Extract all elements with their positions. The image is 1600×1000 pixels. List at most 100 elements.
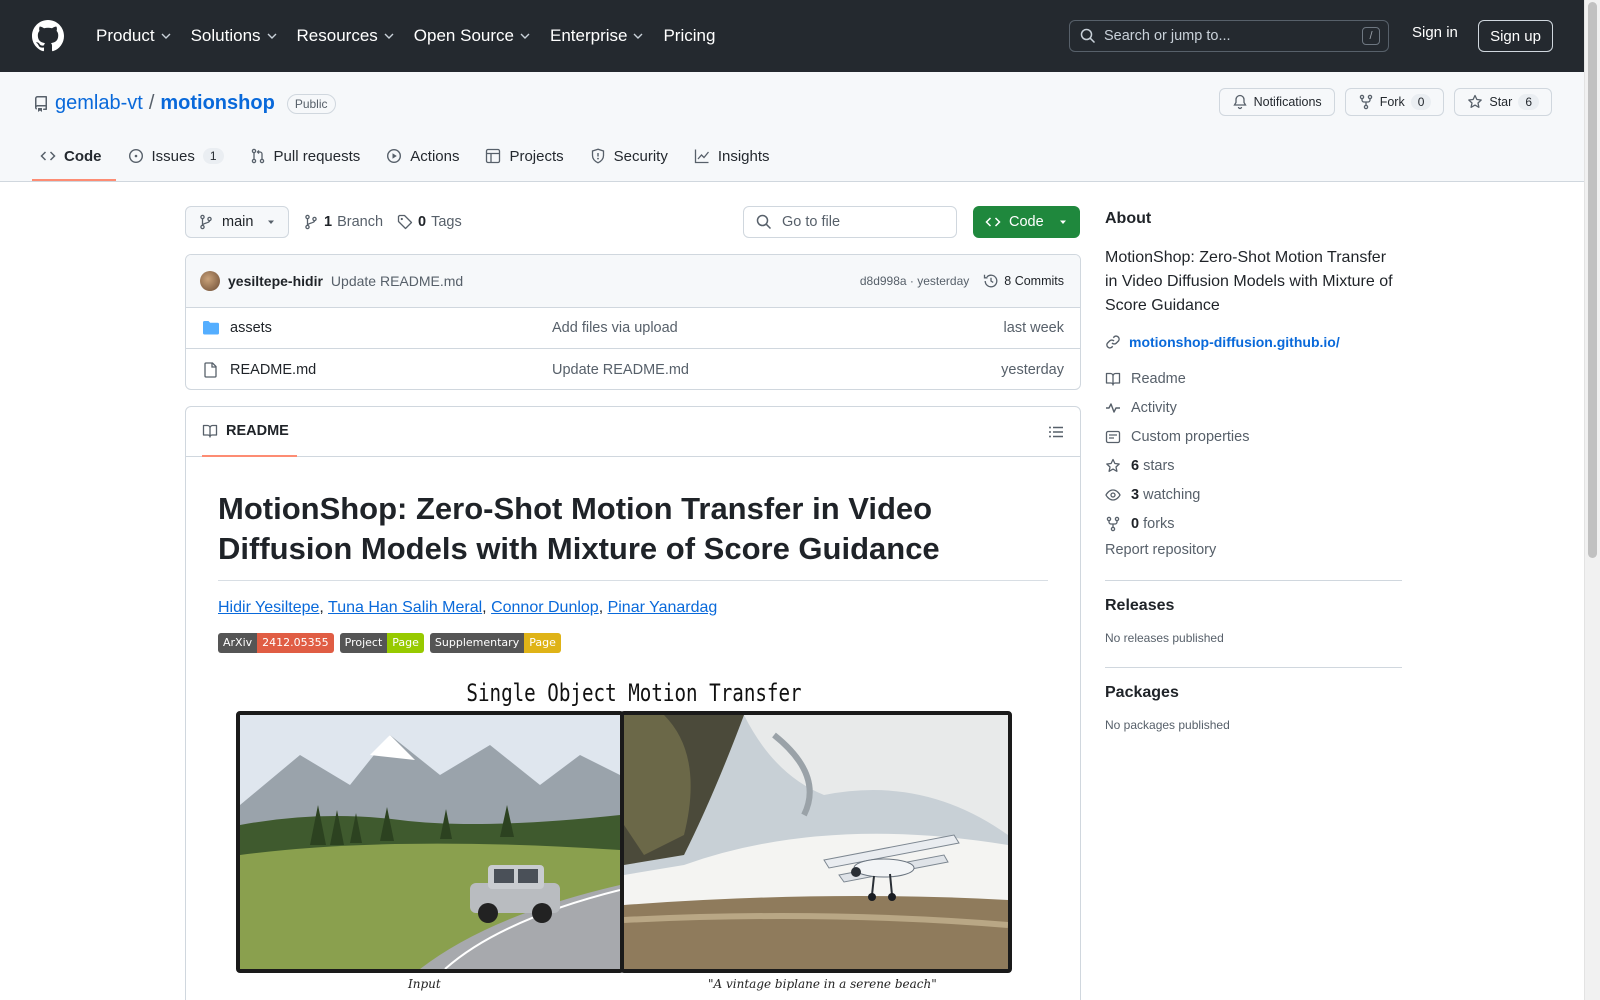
play-icon (387, 148, 402, 164)
list-item-label: Custom properties (1131, 428, 1250, 445)
author-separator: , (598, 598, 608, 616)
commit-message-link[interactable]: Update README.md (331, 273, 463, 289)
output-caption: "A vintage biplane in a serene beach" (708, 976, 937, 991)
readme-link[interactable]: Readme (1105, 364, 1402, 393)
author-list: Hidir Yesiltepe, Tuna Han Salih Meral, C… (218, 599, 1048, 617)
list-item-label: watching (1143, 486, 1201, 503)
nav-pricing[interactable]: Pricing (653, 16, 725, 56)
fork-label: Fork (1379, 95, 1405, 109)
forks-count: 0 (1131, 515, 1140, 532)
tab-code[interactable]: Code (32, 133, 116, 181)
file-name-cell: assets (202, 320, 552, 336)
tags-link[interactable]: 0 Tags (397, 214, 462, 230)
caret-down-icon (268, 220, 274, 224)
nav-label: Product (96, 26, 155, 45)
repo-name-link[interactable]: motionshop (160, 92, 274, 115)
forks-link[interactable]: 0 forks (1105, 509, 1402, 538)
repo-tabs: Code Issues 1 Pull requests Actions Proj… (32, 133, 788, 181)
commit-author-link[interactable]: yesiltepe-hidir (228, 273, 323, 289)
watchers-link[interactable]: 3 watching (1105, 480, 1402, 509)
badge-right: 2412.05355 (257, 632, 334, 653)
supplementary-page-badge[interactable]: Supplementary Page (429, 632, 561, 653)
tab-insights[interactable]: Insights (686, 133, 784, 181)
branch-count-label: Branch (337, 214, 384, 230)
file-commit-message[interactable]: Add files via upload (552, 320, 1004, 336)
sign-up-button[interactable]: Sign up (1478, 20, 1553, 52)
about-heading: About (1105, 210, 1152, 227)
author-link[interactable]: Pinar Yanardag (608, 599, 718, 616)
branch-name: main (222, 214, 254, 230)
go-to-file-placeholder: Go to file (782, 214, 841, 230)
list-item-label: stars (1143, 457, 1175, 474)
about-description: MotionShop: Zero-Shot Motion Transfer in… (1105, 249, 1393, 314)
author-link[interactable]: Tuna Han Salih Meral (328, 599, 482, 616)
releases-heading[interactable]: Releases (1105, 597, 1402, 615)
branches-link[interactable]: 1 Branch (303, 214, 383, 230)
tab-security[interactable]: Security (582, 133, 682, 181)
project-page-badge[interactable]: Project Page (339, 632, 424, 653)
go-to-file-input[interactable]: Go to file (743, 206, 957, 238)
nav-enterprise[interactable]: Enterprise (540, 16, 653, 56)
tab-pull-requests[interactable]: Pull requests (242, 133, 375, 181)
table-row[interactable]: README.md Update README.md yesterday (186, 349, 1080, 389)
nav-resources[interactable]: Resources (287, 16, 404, 56)
tab-label: Security (613, 147, 668, 165)
releases-empty-text: No releases published (1105, 631, 1224, 645)
list-icon[interactable] (1048, 424, 1064, 440)
chevron-down-icon (384, 33, 394, 39)
nav-product[interactable]: Product (86, 16, 181, 56)
stars-link[interactable]: 6 stars (1105, 451, 1402, 480)
nav-solutions[interactable]: Solutions (181, 16, 287, 56)
author-separator: , (319, 598, 329, 616)
code-dropdown-button[interactable]: Code (973, 206, 1080, 238)
bell-icon (1232, 94, 1247, 110)
nav-open-source[interactable]: Open Source (404, 16, 540, 56)
nav-label: Pricing (663, 26, 716, 45)
global-search-input[interactable]: Search or jump to... / (1069, 20, 1389, 52)
repo-sidebar: About MotionShop: Zero-Shot Motion Trans… (1105, 210, 1402, 732)
tab-issues[interactable]: Issues 1 (120, 133, 238, 181)
chevron-down-icon (520, 33, 530, 39)
author-link[interactable]: Connor Dunlop (491, 599, 599, 616)
author-link[interactable]: Hidir Yesiltepe (218, 599, 319, 616)
sign-in-link[interactable]: Sign in (1412, 24, 1458, 41)
tab-readme[interactable]: README (202, 407, 297, 457)
branch-meta: 1 Branch 0 Tags (303, 214, 462, 230)
notifications-button[interactable]: Notifications (1218, 88, 1335, 116)
homepage-link[interactable]: motionshop-diffusion.github.io/ (1105, 334, 1402, 350)
avatar[interactable] (200, 271, 220, 291)
code-icon (985, 217, 1001, 227)
github-logo-icon[interactable] (32, 20, 64, 52)
fork-button[interactable]: Fork 0 (1344, 88, 1445, 116)
commits-history-link[interactable]: 8 Commits (983, 273, 1064, 289)
file-commit-message[interactable]: Update README.md (552, 362, 1001, 378)
branch-icon (305, 214, 317, 230)
scrollbar-thumb[interactable] (1588, 2, 1597, 558)
file-link[interactable]: README.md (230, 362, 316, 378)
report-repository-link[interactable]: Report repository (1105, 542, 1402, 558)
tab-projects[interactable]: Projects (477, 133, 577, 181)
repo-title: gemlab-vt / motionshop Public (33, 92, 336, 115)
homepage-url: motionshop-diffusion.github.io/ (1129, 334, 1340, 350)
file-date: last week (1003, 320, 1064, 336)
tab-actions[interactable]: Actions (378, 133, 473, 181)
repo-owner-link[interactable]: gemlab-vt (55, 92, 143, 115)
activity-link[interactable]: Activity (1105, 393, 1402, 422)
table-row[interactable]: assets Add files via upload last week (186, 308, 1080, 349)
repo-separator: / (148, 92, 155, 114)
commit-meta: d8d998a · yesterday 8 Commits (860, 273, 1064, 289)
star-button[interactable]: Star 6 (1454, 88, 1552, 116)
link-icon (1106, 335, 1120, 349)
file-link[interactable]: assets (230, 320, 272, 336)
commit-hash-time[interactable]: d8d998a · yesterday (860, 274, 969, 288)
book-icon (202, 424, 218, 438)
folder-icon (203, 321, 219, 335)
branch-selector[interactable]: main (185, 206, 289, 238)
search-shortcut-key: / (1362, 27, 1380, 45)
divider (1105, 667, 1402, 668)
custom-properties-link[interactable]: Custom properties (1105, 422, 1402, 451)
arxiv-badge[interactable]: ArXiv 2412.05355 (218, 632, 334, 653)
star-icon (1106, 458, 1120, 472)
pulse-icon (1106, 402, 1120, 413)
packages-heading[interactable]: Packages (1105, 684, 1402, 702)
